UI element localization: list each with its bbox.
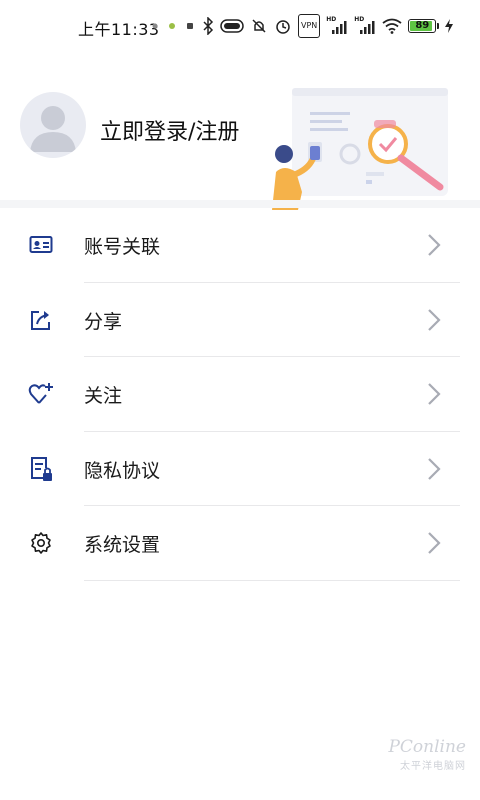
signal-icon-2: HD xyxy=(354,16,376,36)
menu-item-system-settings[interactable]: 系统设置 xyxy=(0,506,480,581)
profile-header[interactable]: 立即登录/注册 xyxy=(0,52,480,210)
settings-menu: 账号关联 分享 关注 隐私协议 系统设置 xyxy=(0,208,480,581)
toggle-icon xyxy=(220,16,244,36)
chevron-right-icon xyxy=(428,308,441,331)
login-register-link[interactable]: 立即登录/注册 xyxy=(100,114,239,146)
document-lock-icon xyxy=(28,456,54,482)
menu-item-label: 隐私协议 xyxy=(84,459,161,482)
bluetooth-icon xyxy=(202,16,214,36)
signal-icon: HD xyxy=(326,16,348,36)
menu-item-follow[interactable]: 关注 xyxy=(0,357,480,432)
divider xyxy=(84,579,460,581)
watermark: PConline 太平洋电脑网 xyxy=(388,737,466,772)
chevron-right-icon xyxy=(428,532,441,554)
mute-icon xyxy=(250,16,268,36)
wifi-icon xyxy=(382,16,402,36)
notification-dot-icon xyxy=(150,16,160,36)
gear-icon xyxy=(28,530,54,556)
app-notification-icon xyxy=(166,16,178,36)
watermark-brand: PConline xyxy=(388,737,466,757)
status-bar: 上午11:33 VPN HD HD 89 xyxy=(0,0,480,52)
watermark-sub: 太平洋电脑网 xyxy=(400,761,466,772)
menu-item-label: 账号关联 xyxy=(84,236,161,258)
battery-icon: 89 xyxy=(408,16,440,36)
avatar[interactable] xyxy=(20,92,86,158)
chevron-right-icon xyxy=(428,383,441,405)
vpn-badge: VPN xyxy=(298,14,321,38)
section-divider xyxy=(0,200,480,208)
status-icons: VPN HD HD 89 xyxy=(150,14,454,38)
battery-level: 89 xyxy=(415,20,430,31)
hd-label-2: HD xyxy=(354,16,365,23)
menu-item-label: 关注 xyxy=(84,385,123,407)
header-illustration xyxy=(272,88,448,210)
menu-item-share[interactable]: 分享 xyxy=(0,283,480,357)
hd-label: HD xyxy=(326,16,337,23)
status-time: 上午11:33 xyxy=(78,20,160,39)
menu-item-account-link[interactable]: 账号关联 xyxy=(0,208,480,283)
menu-item-privacy[interactable]: 隐私协议 xyxy=(0,432,480,506)
chevron-right-icon xyxy=(428,457,441,480)
app-notification-icon-2 xyxy=(184,16,196,36)
chevron-right-icon xyxy=(428,234,441,256)
person-silhouette-icon xyxy=(30,106,76,152)
charging-icon xyxy=(445,16,454,36)
heart-plus-icon xyxy=(28,381,54,407)
share-icon xyxy=(28,307,54,333)
id-card-icon xyxy=(28,232,54,258)
menu-item-label: 分享 xyxy=(84,310,123,333)
alarm-icon xyxy=(274,16,292,36)
menu-item-label: 系统设置 xyxy=(84,534,161,556)
